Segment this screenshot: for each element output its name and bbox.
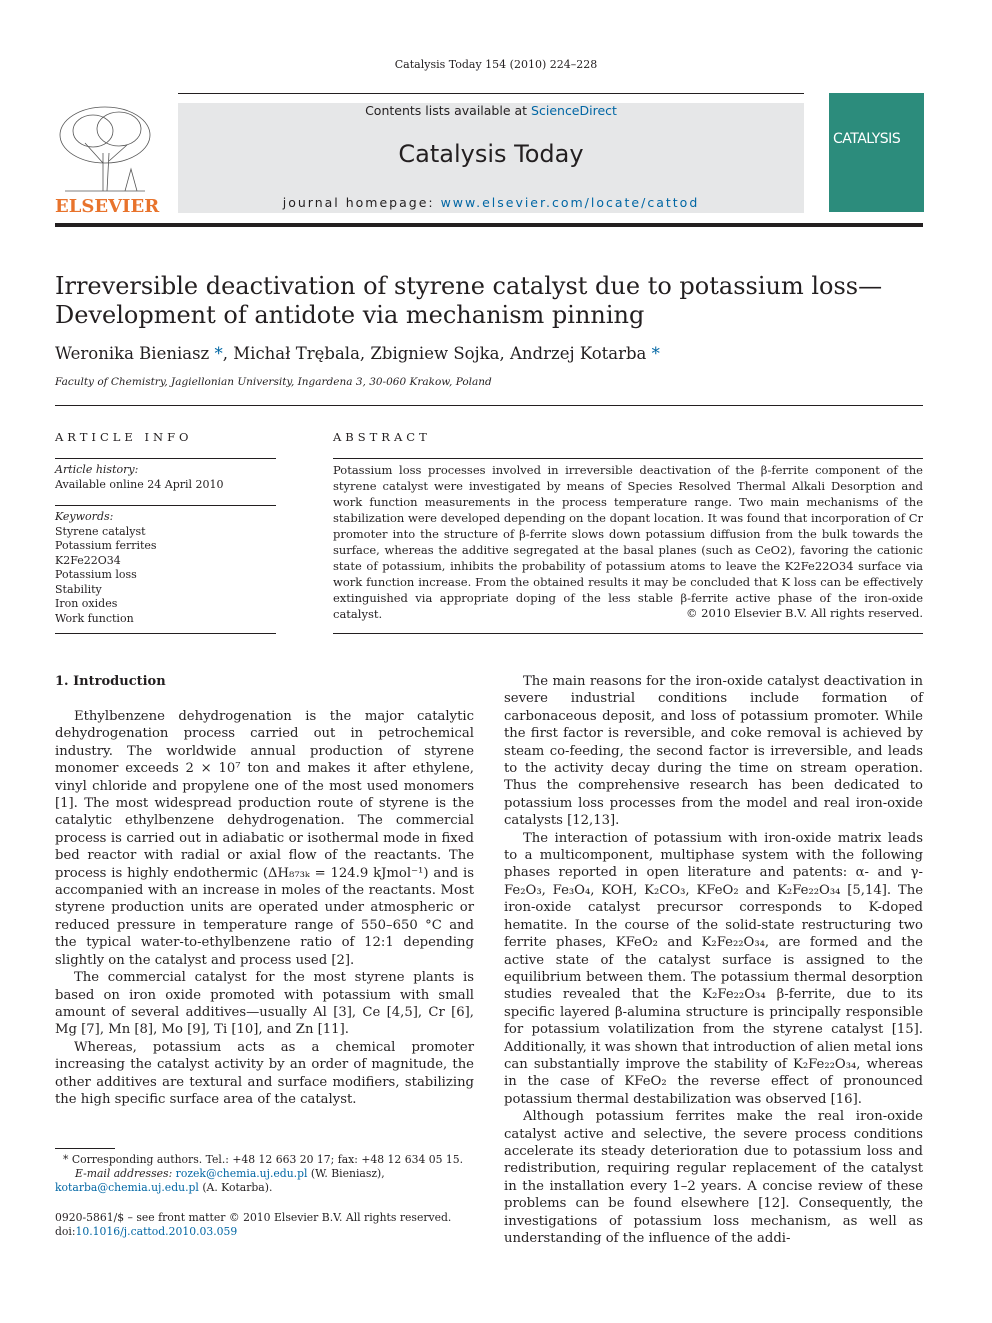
- article-history: Article history: Available online 24 Apr…: [55, 463, 276, 492]
- contents-line: Contents lists available at ScienceDirec…: [178, 103, 804, 118]
- divider: [55, 458, 276, 459]
- keyword: Styrene catalyst: [55, 524, 146, 538]
- email-link[interactable]: kotarba@chemia.uj.edu.pl: [55, 1181, 199, 1194]
- divider: [55, 405, 923, 406]
- masthead-divider: [55, 223, 923, 227]
- keywords-label: Keywords:: [55, 510, 114, 523]
- keyword: Work function: [55, 611, 134, 625]
- keywords-block: Keywords: Styrene catalyst Potassium fer…: [55, 510, 276, 626]
- left-column: Ethylbenzene dehydrogenation is the majo…: [55, 708, 474, 1108]
- keyword: K2Fe22O34: [55, 553, 121, 567]
- email-owner: (W. Bieniasz),: [310, 1167, 385, 1180]
- author-name: Andrzej Kotarba: [510, 344, 647, 363]
- section-heading: 1. Introduction: [55, 674, 166, 689]
- history-value: Available online 24 April 2010: [55, 477, 224, 491]
- journal-homepage: journal homepage: www.elsevier.com/locat…: [178, 195, 804, 210]
- divider: [333, 633, 923, 634]
- author-name: Zbigniew Sojka: [370, 344, 500, 363]
- publication-info: 0920-5861/$ – see front matter © 2010 El…: [55, 1211, 495, 1239]
- journal-cover-thumbnail: CATALYSIS: [829, 93, 924, 212]
- homepage-link[interactable]: www.elsevier.com/locate/cattod: [441, 195, 700, 210]
- author-name: Weronika Bieniasz: [55, 344, 210, 363]
- right-column: The main reasons for the iron-oxide cata…: [504, 673, 923, 1247]
- divider: [55, 505, 276, 506]
- abstract-heading: ABSTRACT: [333, 430, 431, 444]
- footnote-rule: [55, 1148, 115, 1149]
- doi-link[interactable]: 10.1016/j.cattod.2010.03.059: [76, 1225, 238, 1238]
- journal-title: Catalysis Today: [398, 140, 584, 168]
- keyword: Potassium ferrites: [55, 539, 157, 552]
- doi-label: doi:: [55, 1225, 76, 1238]
- issn-line: 0920-5861/$ – see front matter © 2010 El…: [55, 1211, 452, 1224]
- contents-prefix: Contents lists available at: [365, 103, 532, 118]
- masthead-rule: [178, 93, 804, 94]
- article-info-heading: ARTICLE INFO: [55, 430, 193, 444]
- footnotes: * Corresponding authors. Tel.: +48 12 66…: [55, 1153, 474, 1195]
- cover-title: CATALYSIS: [833, 131, 901, 147]
- author-name: Michał Trębala: [233, 344, 360, 363]
- paragraph: The commercial catalyst for the most sty…: [55, 970, 474, 1038]
- email-label: E-mail addresses:: [75, 1167, 173, 1180]
- divider: [55, 633, 276, 634]
- paragraph: Whereas, potassium acts as a chemical pr…: [55, 1039, 474, 1107]
- keyword: Potassium loss: [55, 568, 137, 581]
- corresponding-marker[interactable]: *: [646, 344, 660, 363]
- divider: [333, 458, 923, 459]
- corresponding-footnote: * Corresponding authors. Tel.: +48 12 66…: [63, 1153, 464, 1166]
- paragraph: Ethylbenzene dehydrogenation is the majo…: [55, 709, 474, 968]
- history-label: Article history:: [55, 463, 139, 476]
- running-header: Catalysis Today 154 (2010) 224–228: [394, 58, 598, 71]
- elsevier-wordmark: ELSEVIER: [55, 196, 160, 217]
- abstract-copyright: © 2010 Elsevier B.V. All rights reserved…: [686, 606, 923, 620]
- article-title: Irreversible deactivation of styrene cat…: [55, 272, 883, 329]
- paragraph: The main reasons for the iron-oxide cata…: [504, 674, 923, 829]
- affiliation: Faculty of Chemistry, Jagiellonian Unive…: [55, 376, 492, 388]
- homepage-prefix: journal homepage:: [282, 195, 441, 210]
- abstract-text: Potassium loss processes involved in irr…: [333, 463, 923, 621]
- keyword: Stability: [55, 582, 102, 596]
- email-link[interactable]: rozek@chemia.uj.edu.pl: [176, 1167, 308, 1180]
- paragraph: Although potassium ferrites make the rea…: [504, 1109, 923, 1246]
- corresponding-marker[interactable]: *: [209, 344, 223, 363]
- paragraph: The interaction of potassium with iron-o…: [504, 830, 923, 1107]
- author-list: Weronika Bieniasz *, Michał Trębala, Zbi…: [55, 344, 660, 363]
- sciencedirect-link[interactable]: ScienceDirect: [531, 103, 617, 118]
- email-owner: (A. Kotarba).: [202, 1181, 273, 1194]
- keyword: Iron oxides: [55, 597, 118, 610]
